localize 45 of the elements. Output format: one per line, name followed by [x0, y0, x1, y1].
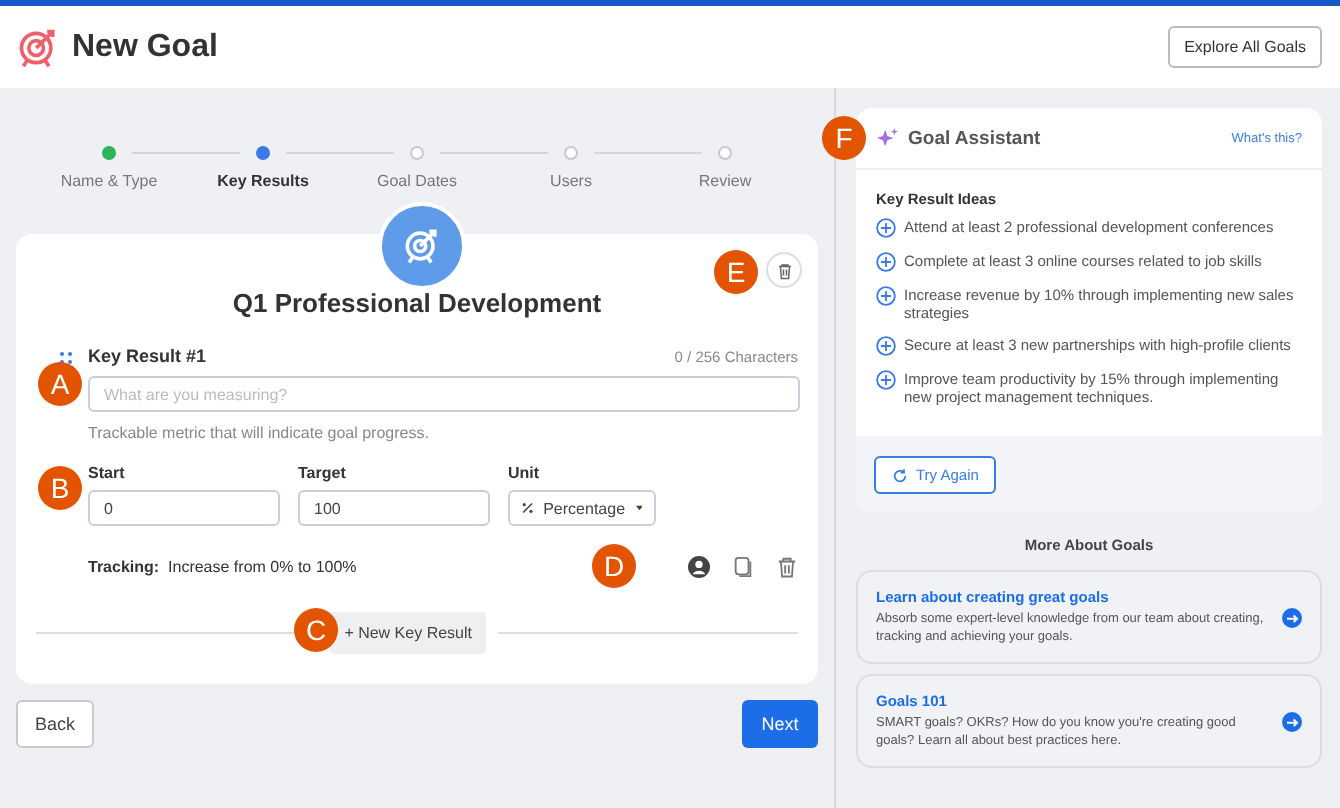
caret-icon: [635, 504, 642, 512]
helper-text: Trackable metric that will indicate goal progress.: [88, 424, 431, 442]
next-button[interactable]: Next: [742, 700, 818, 748]
add-circle-icon[interactable]: [876, 336, 896, 356]
page-title: New Goal: [72, 29, 218, 65]
callout-marker: F: [822, 116, 866, 160]
target-logo-icon: [16, 25, 60, 69]
unit-dropdown[interactable]: Percentage: [508, 490, 656, 526]
callout-marker: B: [38, 466, 82, 510]
goal-title: Q1 Professional Development: [230, 288, 604, 318]
delete-goal-button[interactable]: [766, 252, 802, 288]
back-button[interactable]: Back: [16, 700, 94, 748]
callout-marker: A: [38, 362, 82, 406]
percent-icon: [522, 500, 534, 516]
add-circle-icon[interactable]: [876, 218, 896, 238]
step-label[interactable]: Name & Type: [60, 172, 158, 190]
key-result-input[interactable]: What are you measuring?: [88, 376, 800, 412]
field-label: Unit: [508, 464, 542, 482]
step-label[interactable]: Key Results: [217, 172, 309, 190]
tracking-summary: Tracking: Increase from 0% to 100%: [88, 557, 357, 575]
refresh-icon: [892, 467, 908, 483]
step-label[interactable]: Review: [698, 172, 752, 190]
callout-marker: E: [714, 250, 758, 294]
target-input[interactable]: 100: [298, 490, 490, 526]
callout-marker: D: [592, 544, 636, 588]
step-label[interactable]: Goal Dates: [376, 172, 458, 190]
user-icon[interactable]: [688, 555, 710, 577]
add-circle-icon[interactable]: [876, 252, 896, 272]
new-key-result-button[interactable]: + New Key Result: [330, 612, 486, 654]
start-input[interactable]: 0: [88, 490, 280, 526]
trash-icon: [775, 261, 793, 279]
arrow-circle-icon[interactable]: [1282, 607, 1302, 627]
add-circle-icon[interactable]: [876, 286, 896, 306]
key-result-label: Key Result #1: [88, 346, 207, 366]
add-circle-icon[interactable]: [876, 370, 896, 390]
field-label: Target: [298, 464, 348, 482]
explore-all-goals-button[interactable]: Explore All Goals: [1168, 26, 1322, 68]
callout-marker: C: [294, 608, 338, 652]
step-label[interactable]: Users: [550, 172, 592, 190]
copy-icon[interactable]: [732, 555, 754, 577]
assistant-title: Goal Assistant: [908, 127, 1041, 149]
field-label: Start: [88, 464, 127, 482]
arrow-circle-icon[interactable]: [1282, 711, 1302, 731]
trash-icon[interactable]: [776, 555, 798, 577]
sparkle-icon: [876, 127, 898, 149]
